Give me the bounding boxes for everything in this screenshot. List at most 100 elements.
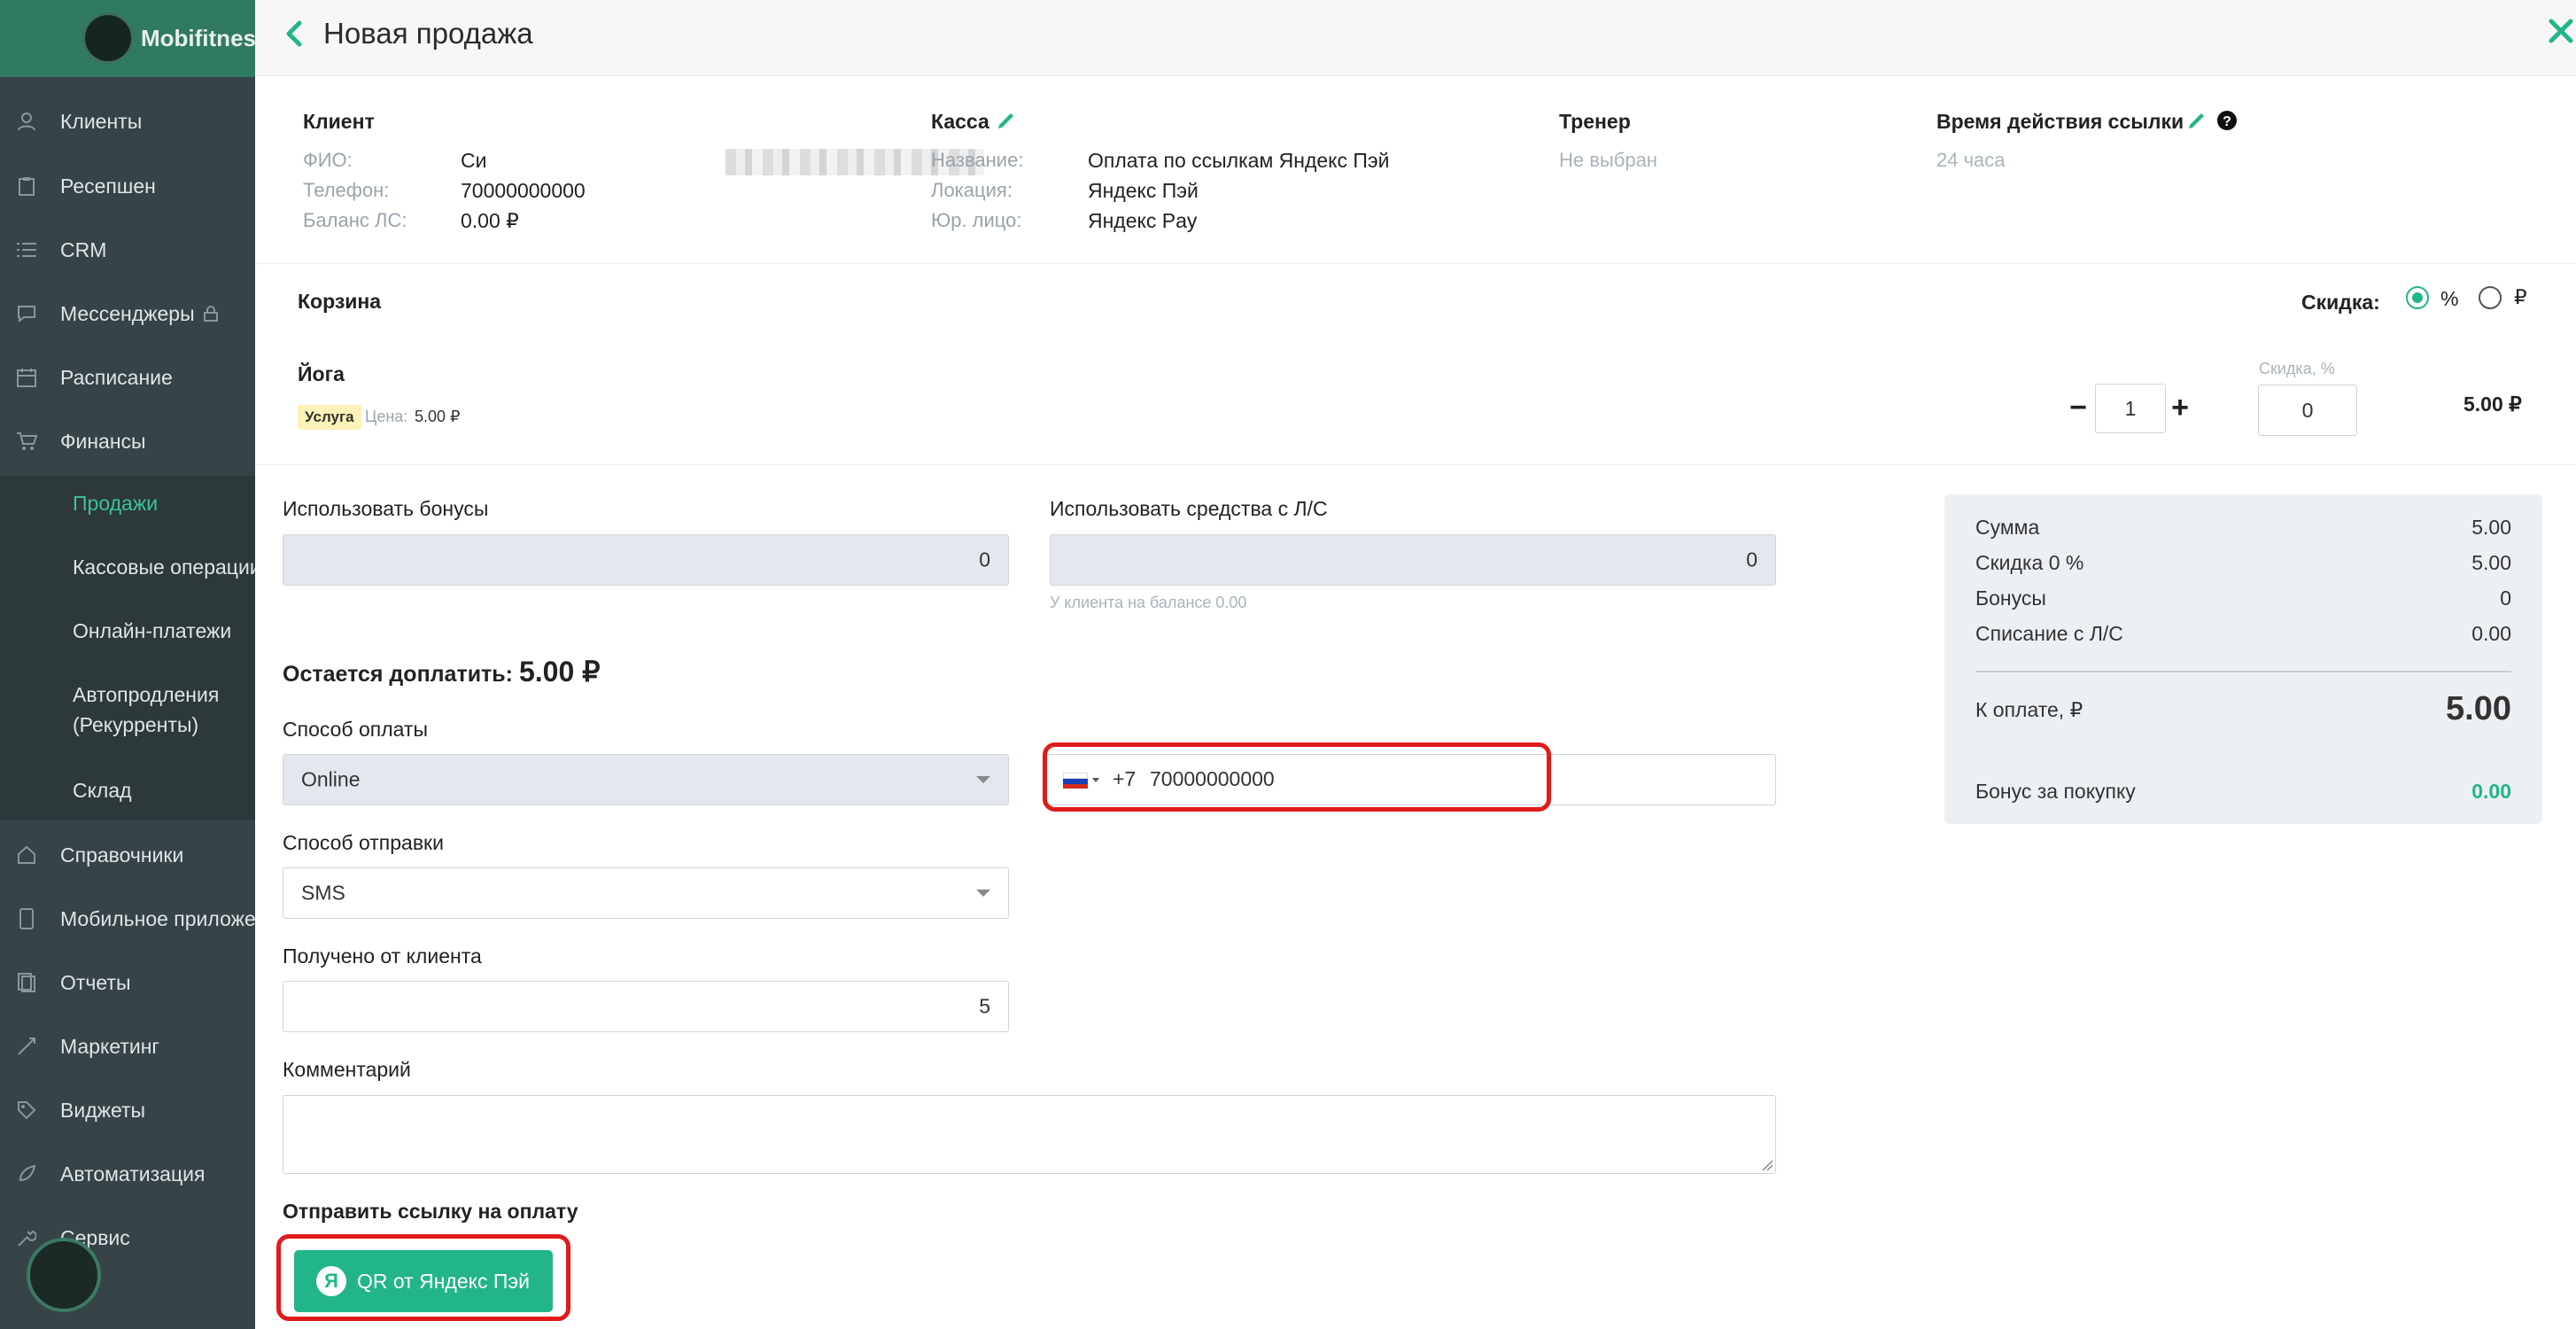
discount-percent-label: % [2440,287,2459,310]
send-link-header: Отправить ссылку на оплату [283,1200,578,1223]
sidebar-item-label: Автоматизация [60,1162,206,1185]
submenu-item-autorenewals[interactable]: Автопродления [73,680,219,710]
qr-yandex-pay-button[interactable]: Я QR от Яндекс Пэй [294,1250,553,1312]
sidebar-item-clients[interactable]: Клиенты [0,95,255,148]
item-discount-field-label: Скидка, % [2259,360,2335,377]
sidebar-item-label: Отчеты [60,970,131,994]
qty-increment-button[interactable]: + [2168,392,2192,424]
summary-discount-value: 5.00 [2471,551,2511,574]
bonus-label: Использовать бонусы [283,497,489,520]
sidebar-item-mobile-app[interactable]: Мобильное приложение [0,892,255,945]
cart-icon [16,431,37,452]
received-input[interactable]: 5 [283,981,1009,1032]
back-arrow-icon[interactable] [282,18,308,53]
brand-name: Mobifitness [141,25,255,51]
report-icon [16,972,37,993]
divider [255,263,2576,264]
list-icon [16,239,37,260]
summary-bonuses-label: Бонусы [1975,587,2046,610]
help-icon[interactable]: ? [2216,110,2238,136]
sidebar-item-marketing[interactable]: Маркетинг [0,1020,255,1073]
sidebar-item-label: Справочники [60,843,184,867]
sidebar-item-messengers[interactable]: Мессенджеры [0,287,255,340]
summary-to-pay-value: 5.00 [2446,690,2511,727]
edit-pencil-icon[interactable] [996,110,1017,136]
summary-bonus-purchase-value: 0.00 [2471,780,2511,803]
client-phone-label: Телефон: [303,179,390,201]
discount-rub-radio[interactable] [2479,286,2502,309]
ls-input[interactable]: 0 [1050,534,1776,586]
submenu-item-warehouse[interactable]: Склад [73,775,132,805]
send-method-select[interactable]: SMS [283,867,1009,919]
trainer-value[interactable]: Не выбран [1559,147,1657,174]
mobile-icon [16,908,37,929]
payment-method-select[interactable]: Online [283,754,1009,805]
qty-input[interactable]: 1 [2095,384,2166,433]
sidebar-item-schedule[interactable]: Расписание [0,351,255,404]
brand-bar[interactable]: Mobifitness [0,0,255,77]
summary-bonus-purchase-label: Бонус за покупку [1975,780,2136,803]
cart-item-name: Йога [298,362,345,385]
russia-flag-icon[interactable] [1063,773,1088,789]
page-title: Новая продажа [323,17,533,50]
qty-decrement-button[interactable]: − [2066,392,2091,424]
sidebar-item-reception[interactable]: Ресепшен [0,159,255,213]
submenu-item-sales[interactable]: Продажи [73,488,158,518]
kassa-header: Касса [931,110,989,133]
lock-icon [203,306,218,322]
ls-hint: У клиента на балансе 0.00 [1050,594,1247,611]
client-balance-label: Баланс ЛС: [303,209,407,231]
link-time-header: Время действия ссылки [1936,110,2184,133]
kassa-location-value: Яндекс Пэй [1088,179,1199,202]
item-price-value: 5.00 ₽ [415,408,461,425]
discount-percent-radio[interactable] [2406,286,2429,309]
received-label: Получено от клиента [283,944,482,968]
submenu-item-cash-operations[interactable]: Кассовые операции [73,552,255,582]
discount-rub-label: ₽ [2514,285,2527,308]
home-icon [16,844,37,866]
client-phone-value: 70000000000 [461,179,586,202]
sidebar-item-widgets[interactable]: Виджеты [0,1084,255,1137]
calendar-icon [16,367,37,388]
yandex-logo-icon: Я [316,1266,346,1296]
bonus-input[interactable]: 0 [283,534,1009,586]
summary-sum-value: 5.00 [2471,516,2511,539]
avatar[interactable] [27,1238,101,1312]
submenu-item-autorenewals-sub[interactable]: (Рекурренты) [73,710,198,740]
sidebar-item-label: Мобильное приложение [60,906,255,930]
sidebar-item-reports[interactable]: Отчеты [0,956,255,1009]
svg-text:?: ? [2223,114,2231,129]
sidebar-item-label: Маркетинг [60,1034,159,1058]
sidebar-item-finance[interactable]: Финансы [0,415,255,468]
sidebar-item-label: CRM [60,237,107,261]
comment-textarea[interactable] [283,1095,1776,1174]
remaining-label: Остается доплатить: 5.00 ₽ [283,656,601,688]
brand-logo-icon [82,12,134,64]
payment-method-label: Способ оплаты [283,718,428,741]
sidebar-item-label: Мессенджеры [60,301,195,325]
submenu-item-online-payments[interactable]: Онлайн-платежи [73,616,231,646]
client-fio-value: Си [461,149,487,172]
clients-icon [16,111,37,132]
sidebar-item-directories[interactable]: Справочники [0,828,255,882]
phone-input[interactable]: +7 70000000000 [1045,754,1776,805]
summary-sum-label: Сумма [1975,516,2040,539]
sidebar-item-automation[interactable]: Автоматизация [0,1147,255,1201]
sidebar-item-crm[interactable]: CRM [0,223,255,276]
item-discount-input[interactable]: 0 [2258,385,2357,436]
finance-submenu: Продажи Кассовые операции Онлайн-платежи… [0,476,255,820]
item-price-label: Цена: [365,408,408,425]
kassa-name-label: Название: [931,149,1024,171]
megaphone-icon [16,1036,37,1057]
close-icon[interactable] [2546,16,2576,46]
trainer-header: Тренер [1559,110,1631,133]
chevron-down-icon [976,890,990,897]
clipboard-icon [16,175,37,197]
resize-handle-icon[interactable] [1761,1159,1773,1171]
chevron-down-icon [1092,778,1099,782]
sidebar-item-label: Расписание [60,365,173,389]
sidebar-item-label: Виджеты [60,1098,146,1122]
edit-pencil-icon[interactable] [2186,110,2207,136]
summary-ls-label: Списание с Л/С [1975,622,2123,645]
link-time-value[interactable]: 24 часа [1936,147,2006,174]
